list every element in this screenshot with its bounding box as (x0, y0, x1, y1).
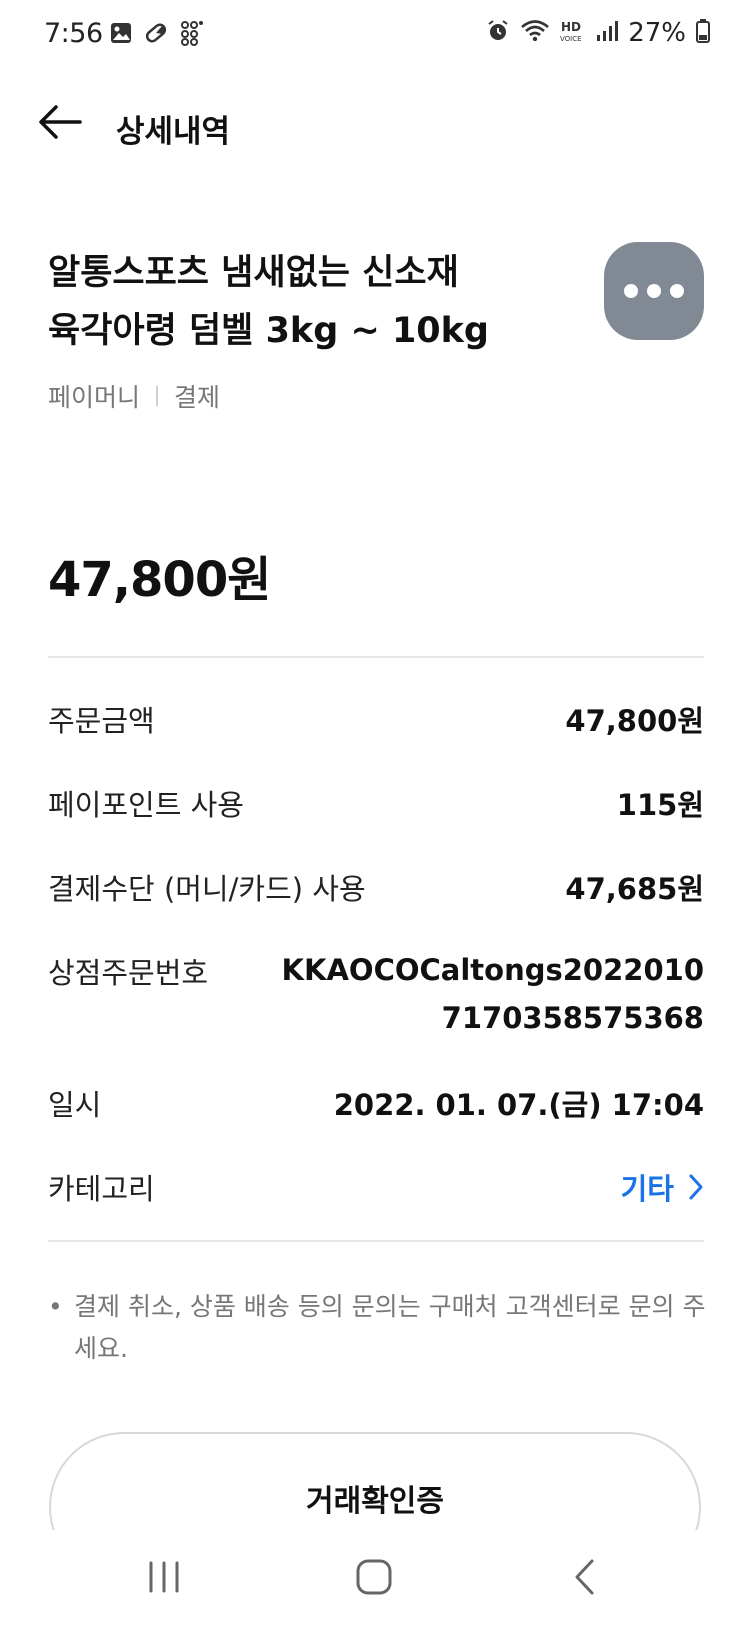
gallery-icon (110, 22, 132, 48)
transaction-certificate-label: 거래확인증 (306, 1484, 444, 1519)
detail-label: 결제수단 (머니/카드) 사용 (48, 872, 366, 906)
dots-icon (180, 20, 204, 50)
detail-label: 카테고리 (48, 1172, 155, 1206)
alarm-icon (486, 19, 510, 47)
page-title: 상세내역 (116, 114, 231, 150)
product-title: 알통스포츠 냄새없는 신소재 육각아령 덤벨 3kg ~ 10kg (48, 253, 489, 351)
app-bar: 상세내역 (0, 76, 750, 172)
home-button[interactable] (344, 1552, 404, 1602)
nav-back-button[interactable] (554, 1552, 614, 1602)
category-value: 기타 (620, 1172, 674, 1206)
transaction-type: 결제 (174, 383, 221, 412)
back-button[interactable] (30, 92, 90, 152)
detail-label: 일시 (48, 1088, 102, 1122)
svg-text:HD: HD (561, 20, 581, 34)
system-nav-bar (0, 1530, 750, 1625)
more-dot-icon (670, 284, 684, 298)
meta-divider (156, 386, 159, 406)
chevron-right-icon (689, 1174, 703, 1200)
recent-apps-button[interactable] (134, 1552, 194, 1602)
home-icon (356, 1559, 392, 1595)
recent-apps-icon (149, 1561, 179, 1593)
detail-row-payment-method: 결제수단 (머니/카드) 사용 47,685원 (48, 866, 704, 908)
detail-label: 페이포인트 사용 (48, 788, 244, 822)
wifi-icon (520, 19, 550, 47)
category-link[interactable]: 기타 (621, 1166, 704, 1208)
status-time: 7:56 (44, 18, 103, 49)
svg-text:VOICE: VOICE (560, 35, 582, 43)
more-options-button[interactable] (604, 242, 704, 340)
pill-icon (144, 22, 168, 48)
detail-row-point: 페이포인트 사용 115원 (48, 782, 704, 824)
payment-source: 페이머니 (48, 383, 141, 412)
more-dot-icon (624, 284, 638, 298)
transaction-meta: 페이머니 결제 (48, 378, 220, 414)
detail-label: 주문금액 (48, 704, 155, 738)
status-right-icons: HD VOICE 27% (486, 18, 710, 48)
total-amount: 47,800원 (48, 552, 271, 608)
chevron-left-icon (575, 1559, 594, 1595)
divider (48, 1240, 704, 1242)
signal-icon (596, 20, 619, 46)
status-left-icons (110, 20, 204, 50)
arrow-left-icon (39, 105, 82, 139)
detail-row-order-number: 상점주문번호 KKAOCOCaltongs2022010717035857536… (48, 950, 704, 1042)
detail-value: 2022. 01. 07.(금) 17:04 (333, 1088, 704, 1122)
hd-voice-icon: HD VOICE (560, 19, 586, 47)
detail-label: 상점주문번호 (48, 956, 209, 990)
status-bar: 7:56 HD VOICE 27% (0, 0, 750, 76)
detail-value: 115원 (616, 788, 704, 822)
divider (48, 656, 704, 658)
notice: • 결제 취소, 상품 배송 등의 문의는 구매처 고객센터로 문의 주세요. (48, 1286, 708, 1370)
detail-row-category: 카테고리 기타 (48, 1166, 704, 1208)
order-number-value: KKAOCOCaltongs20220107170358575368 (281, 953, 704, 1035)
detail-row-datetime: 일시 2022. 01. 07.(금) 17:04 (48, 1082, 704, 1124)
detail-value: 47,800원 (565, 704, 704, 738)
detail-row-order-amount: 주문금액 47,800원 (48, 698, 704, 740)
notice-bullet: • (48, 1292, 63, 1321)
detail-value: 47,685원 (565, 872, 704, 906)
battery-icon (696, 19, 710, 47)
more-dot-icon (647, 284, 661, 298)
battery-percentage: 27% (628, 18, 686, 48)
notice-text: 결제 취소, 상품 배송 등의 문의는 구매처 고객센터로 문의 주세요. (74, 1292, 706, 1363)
